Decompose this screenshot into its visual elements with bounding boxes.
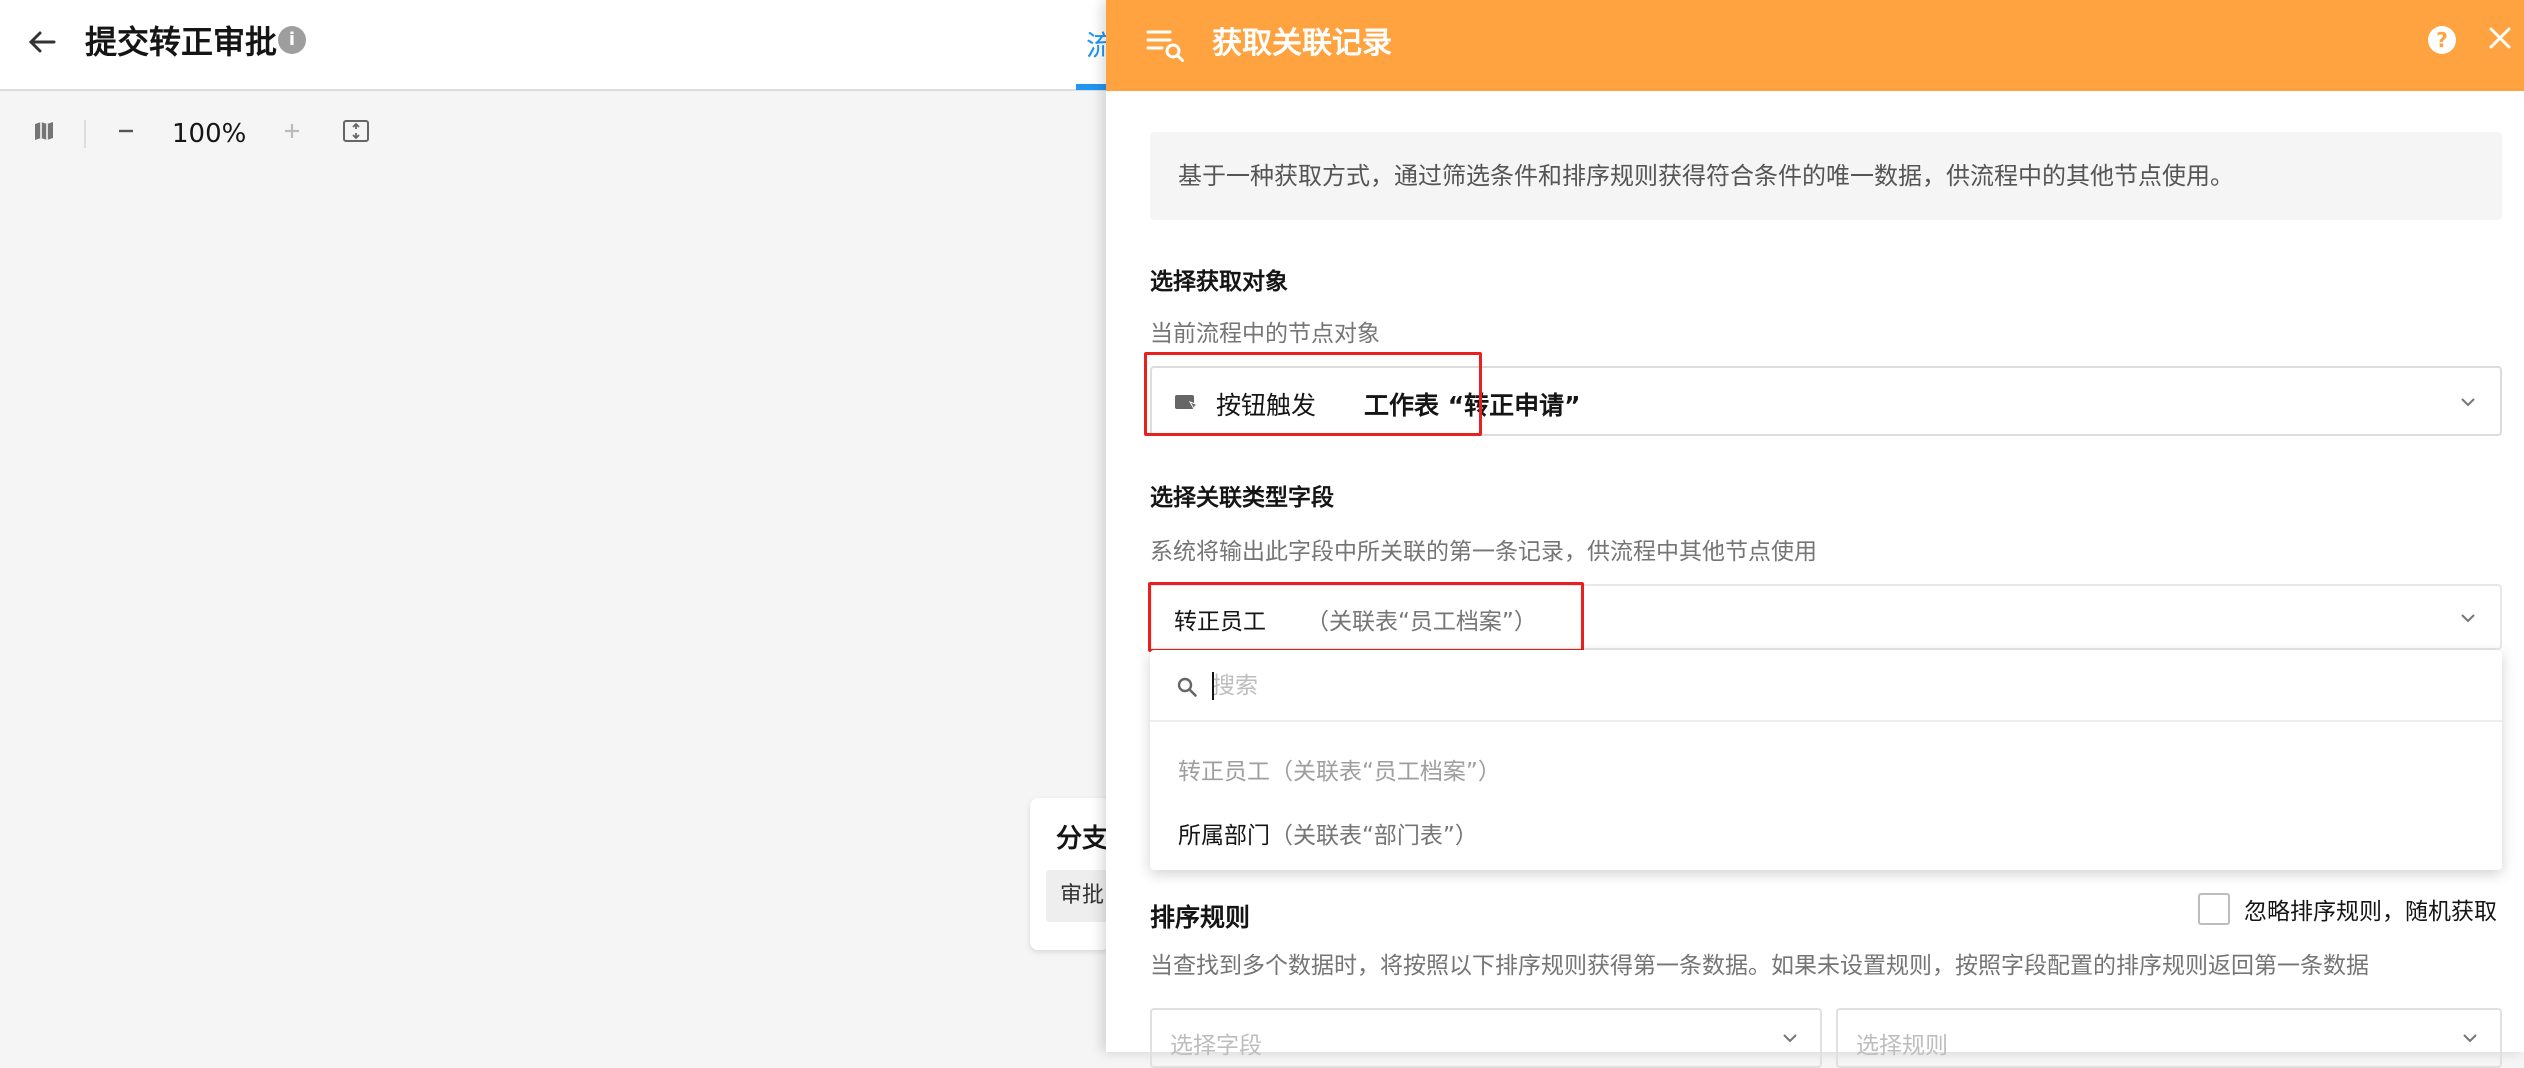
toolbar-divider (84, 120, 86, 148)
ignore-sort-label: 忽略排序规则，随机获取 (2244, 899, 2497, 925)
zoom-level: 100% (172, 119, 247, 149)
sort-section-subtitle: 当查找到多个数据时，将按照以下排序规则获得第一条数据。如果未设置规则，按照字段配… (1150, 953, 2369, 979)
ignore-sort-checkbox[interactable] (2198, 893, 2230, 925)
page-title: 提交转正审批 (85, 23, 278, 61)
object-section-subtitle: 当前流程中的节点对象 (1150, 321, 1380, 347)
search-input[interactable] (1212, 666, 2412, 706)
ignore-sort-option[interactable]: 忽略排序规则，随机获取 (2198, 892, 2497, 926)
fit-screen-icon[interactable] (336, 119, 376, 150)
object-section-title: 选择获取对象 (1150, 269, 1288, 295)
sort-field-select[interactable]: 选择字段 (1150, 1008, 1822, 1068)
branch-node-card[interactable]: 分支 审批 (1030, 798, 1116, 950)
chevron-down-icon (2456, 390, 2480, 414)
text-cursor (1212, 672, 1214, 700)
field-dropdown: 转正员工（关联表“员工档案”） 所属部门（关联表“部门表”） (1150, 650, 2502, 870)
sort-rule-select[interactable]: 选择规则 (1836, 1008, 2502, 1068)
get-related-record-drawer: 获取关联记录 ? 基于一种获取方式，通过筛选条件和排序规则获得符合条件的唯一数据… (1106, 0, 2524, 1068)
chevron-down-icon (2458, 1026, 2482, 1050)
dropdown-option[interactable]: 转正员工（关联表“员工档案”） (1150, 740, 2502, 804)
list-search-icon (1144, 24, 1188, 64)
tab-active-underline (1076, 84, 1106, 90)
minus-icon[interactable] (106, 119, 146, 150)
search-icon (1176, 676, 1198, 698)
node-description: 基于一种获取方式，通过筛选条件和排序规则获得符合条件的唯一数据，供流程中的其他节… (1150, 132, 2502, 220)
field-section-title: 选择关联类型字段 (1150, 485, 1334, 511)
field-section-subtitle: 系统将输出此字段中所关联的第一条记录，供流程中其他节点使用 (1150, 539, 1817, 565)
highlight-box-object (1144, 352, 1482, 436)
arrow-left-icon[interactable] (22, 22, 62, 62)
chevron-down-icon (1778, 1026, 1802, 1050)
plus-icon[interactable] (272, 119, 312, 150)
close-icon[interactable] (2480, 18, 2520, 58)
dropdown-option[interactable]: 所属部门（关联表“部门表”） (1150, 804, 2502, 868)
dropdown-search (1150, 650, 2502, 722)
drawer-header: 获取关联记录 ? (1106, 0, 2524, 91)
workflow-topbar: 提交转正审批 i 流 (0, 0, 1114, 91)
highlight-box-field (1148, 582, 1584, 652)
chevron-down-icon (2456, 606, 2480, 630)
canvas-toolbar: 100% (24, 116, 376, 152)
drawer-title: 获取关联记录 (1212, 26, 1392, 61)
info-icon[interactable]: i (278, 26, 306, 54)
map-icon[interactable] (24, 119, 64, 150)
sort-section-title: 排序规则 (1150, 903, 1251, 932)
help-icon[interactable]: ? (2428, 26, 2456, 54)
branch-node-title: 分支 (1056, 824, 1109, 854)
